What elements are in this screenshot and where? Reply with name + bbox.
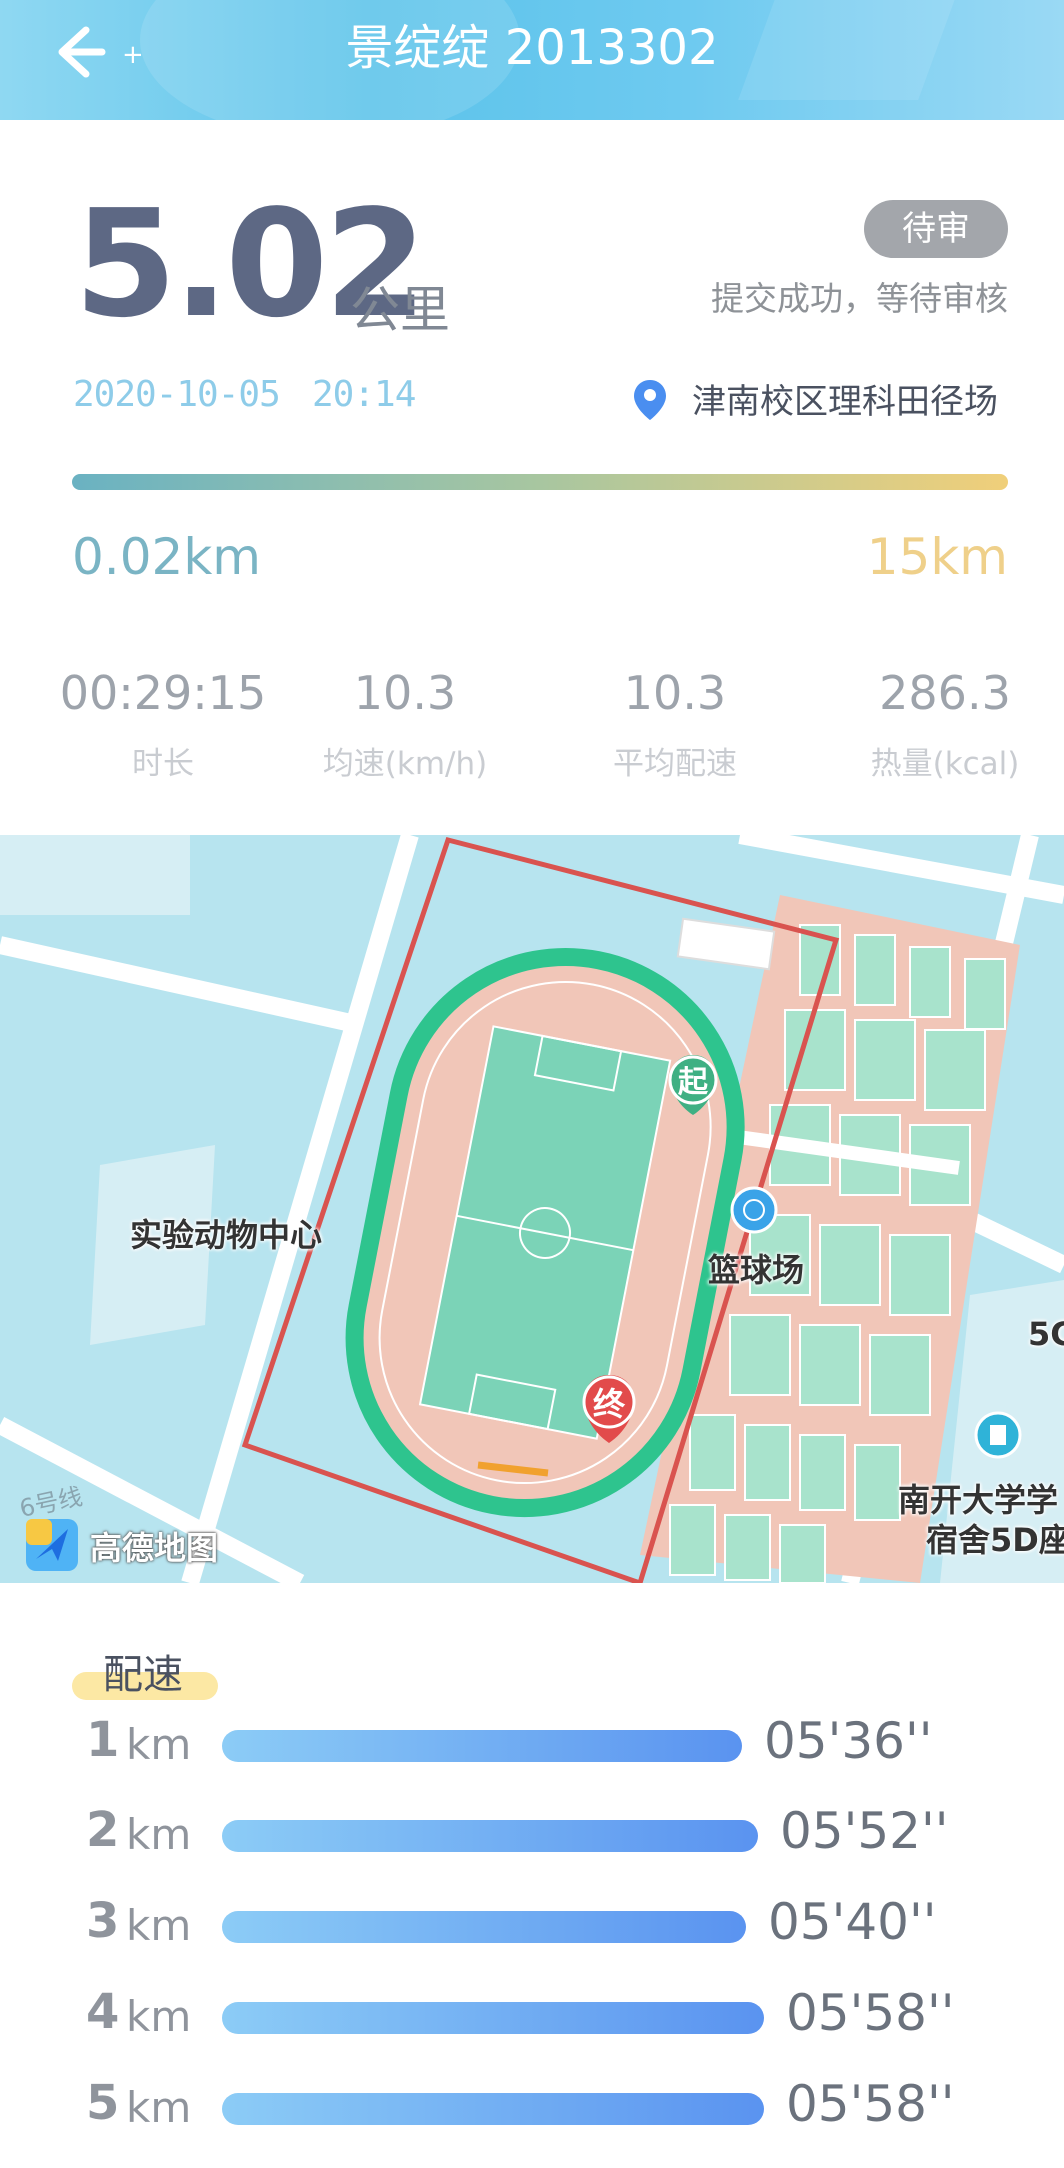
page-title: 景绽绽 2013302 xyxy=(345,20,719,76)
end-marker-label: 终 xyxy=(593,1385,626,1423)
pace-value: 05'36'' xyxy=(764,1712,933,1770)
poi-label-dorm-line2[interactable]: 宿舍5D座 xyxy=(926,1515,1064,1561)
map-canvas[interactable]: 起 终 6号线 xyxy=(0,835,1064,1583)
pace-bar xyxy=(222,1911,746,1943)
amap-logo-icon xyxy=(26,1519,78,1571)
basketball-poi-icon[interactable] xyxy=(730,1186,778,1234)
stat-speed: 10.3 均速(km/h) xyxy=(290,666,520,783)
poi-label-partial[interactable]: 5C xyxy=(1028,1315,1064,1353)
poi-label-lab[interactable]: 实验动物中心 xyxy=(130,1210,322,1256)
pace-km-unit: km xyxy=(126,1720,192,1769)
stat-label: 时长 xyxy=(132,746,194,782)
pace-bar xyxy=(222,2093,764,2125)
pace-bar xyxy=(222,2002,764,2034)
location-name: 津南校区理科田径场 xyxy=(692,382,998,422)
pace-km-unit: km xyxy=(126,1810,192,1859)
route-map[interactable]: 起 终 6号线 实验动物中心 篮球场 南开大学学 宿舍5D座 5C 高德地图 xyxy=(0,835,1064,1583)
distance-unit: 公里 xyxy=(350,281,450,339)
pace-km-unit: km xyxy=(126,2083,192,2132)
pace-km-number: 5 xyxy=(86,2075,120,2131)
stat-label: 平均配速 xyxy=(613,746,737,782)
back-button[interactable] xyxy=(40,12,120,92)
pace-km-number: 4 xyxy=(86,1984,120,2040)
pace-value: 05'40'' xyxy=(768,1893,937,1951)
pace-row: 3 km 05'40'' xyxy=(0,1893,1064,1973)
poi-label-court[interactable]: 篮球场 xyxy=(708,1245,804,1291)
stat-value: 10.3 xyxy=(623,666,727,720)
stat-duration: 00:29:15 时长 xyxy=(48,666,278,783)
pace-value: 05'52'' xyxy=(780,1802,949,1860)
pace-km-unit: km xyxy=(126,1992,192,2041)
stat-label: 热量(kcal) xyxy=(870,746,1020,782)
stat-calories: 286.3 热量(kcal) xyxy=(830,666,1060,783)
pace-km-number: 2 xyxy=(86,1802,120,1858)
range-max-label: 15km xyxy=(866,528,1008,586)
pace-bar xyxy=(222,1820,758,1852)
amap-logo-text: 高德地图 xyxy=(90,1529,219,1567)
stat-value: 286.3 xyxy=(879,666,1011,720)
distance-range-bar xyxy=(72,474,1008,490)
range-min-label: 0.02km xyxy=(72,528,261,586)
pace-km-unit: km xyxy=(126,1901,192,1950)
pace-row: 2 km 05'52'' xyxy=(0,1802,1064,1882)
header-plus-decoration: + xyxy=(122,40,144,70)
pace-km-number: 3 xyxy=(86,1893,120,1949)
pace-row: 4 km 05'58'' xyxy=(0,1984,1064,2064)
stat-pace: 10.3 平均配速 xyxy=(560,666,790,783)
stat-value: 00:29:15 xyxy=(59,666,267,720)
pace-bar xyxy=(222,1730,742,1762)
status-text: 提交成功，等待审核 xyxy=(711,279,1008,318)
location-pin-icon xyxy=(632,378,668,422)
pace-section-title: 配速 xyxy=(103,1652,183,1698)
stat-label: 均速(km/h) xyxy=(322,746,488,782)
run-date: 2020-10-05 xyxy=(73,374,281,415)
stat-value: 10.3 xyxy=(353,666,457,720)
amap-logo: 高德地图 xyxy=(22,1515,262,1575)
pace-row: 1 km 05'36'' xyxy=(0,1712,1064,1792)
pace-value: 05'58'' xyxy=(786,1984,955,2042)
status-badge: 待审 xyxy=(864,200,1008,258)
arrow-left-icon xyxy=(58,26,106,78)
pace-km-number: 1 xyxy=(86,1712,120,1768)
run-time: 20:14 xyxy=(312,374,416,415)
building-poi-icon[interactable] xyxy=(974,1411,1022,1459)
start-marker-label: 起 xyxy=(678,1065,709,1100)
pace-row: 5 km 05'58'' xyxy=(0,2075,1064,2155)
pace-value: 05'58'' xyxy=(786,2075,955,2133)
